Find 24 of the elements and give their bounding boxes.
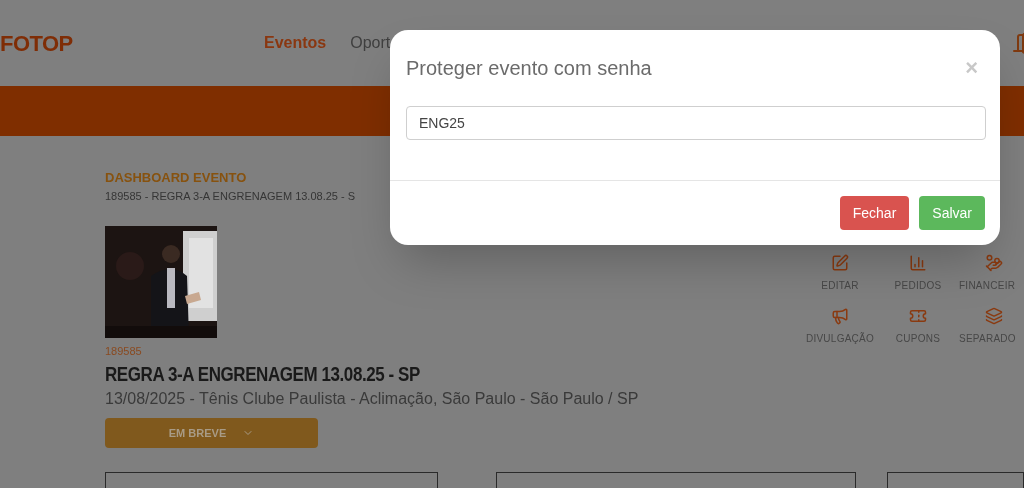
status-dropdown[interactable]: EM BREVE	[105, 418, 318, 448]
event-subtitle: 189585 - REGRA 3-A ENGRENAGEM 13.08.25 - S	[105, 189, 357, 204]
action-label[interactable]: CUPONS	[895, 331, 941, 346]
password-field[interactable]: ENG25	[406, 106, 986, 140]
event-details: 13/08/2025 - Tênis Clube Paulista - Aclimação, São Paulo - São Paulo / SP	[105, 389, 640, 409]
save-button[interactable]: Salvar	[919, 196, 985, 230]
action-label[interactable]: DIVULGAÇÃO	[805, 331, 875, 346]
nav-link[interactable]: Eventos	[264, 31, 327, 55]
nav-link[interactable]: Oport	[350, 31, 391, 55]
action-label[interactable]: SEPARADO	[959, 331, 1016, 346]
event-id: 189585	[105, 344, 143, 359]
megaphone-icon[interactable]	[831, 307, 849, 325]
bar-chart-icon[interactable]	[909, 254, 927, 272]
hand-coin-icon[interactable]	[985, 254, 1003, 272]
close-dialog-button[interactable]: Fechar	[839, 196, 910, 230]
dialog-title: Proteger evento com senha	[406, 56, 652, 81]
logo[interactable]: FOTOP	[0, 26, 264, 60]
close-button[interactable]: ×	[965, 57, 978, 79]
ticket-icon[interactable]	[909, 307, 927, 325]
layers-icon[interactable]	[985, 307, 1003, 325]
dashboard-heading: DASHBOARD EVENTO	[105, 170, 248, 186]
action-label[interactable]: FINANCEIR	[959, 278, 1016, 293]
pencil-square-icon[interactable]	[831, 254, 849, 272]
event-title: REGRA 3-A ENGRENAGEM 13.08.25 - SP	[105, 362, 421, 386]
